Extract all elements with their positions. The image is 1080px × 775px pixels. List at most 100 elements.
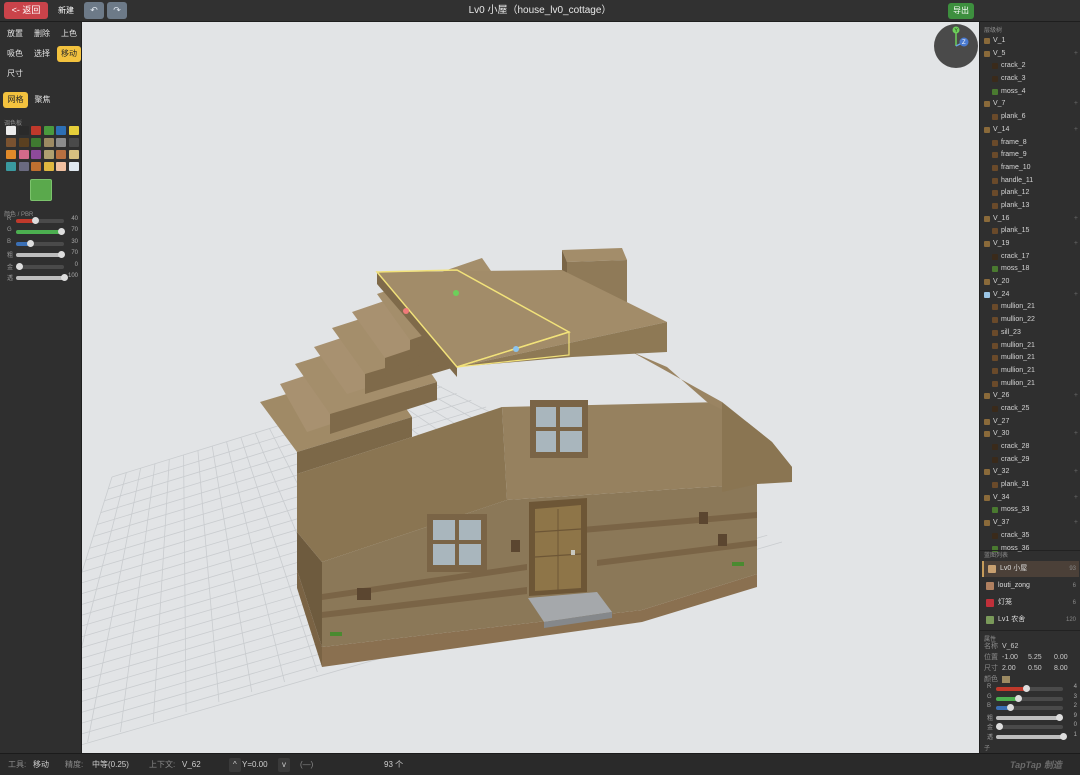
expand-icon[interactable]: + xyxy=(1074,492,1078,505)
tree-node[interactable]: V_5 + xyxy=(980,48,1080,61)
tree-node[interactable]: mullion_21 xyxy=(980,378,1080,391)
tree-node[interactable]: crack_2 xyxy=(980,60,1080,73)
tree-node[interactable]: mullion_21 xyxy=(980,365,1080,378)
tree-node[interactable]: crack_17 xyxy=(980,251,1080,264)
status-precision-value[interactable]: 中等(0.25) xyxy=(92,754,129,775)
focus-button[interactable]: 聚焦 xyxy=(30,92,55,108)
palette-swatch[interactable] xyxy=(6,126,16,135)
prop-color-swatch[interactable] xyxy=(1002,675,1010,683)
slider-track[interactable] xyxy=(16,274,68,281)
tree-node[interactable]: V_24 + xyxy=(980,289,1080,302)
tree-node[interactable]: mullion_21 xyxy=(980,301,1080,314)
orientation-gizmo[interactable]: Y Z xyxy=(934,24,978,68)
palette-swatch[interactable] xyxy=(43,162,54,171)
tree-node[interactable]: V_1 xyxy=(980,35,1080,48)
tree-node[interactable]: V_7 + xyxy=(980,98,1080,111)
tree-node[interactable]: crack_3 xyxy=(980,73,1080,86)
prop-size-z[interactable]: 8.00 xyxy=(1054,665,1068,672)
tree-node[interactable]: plank_13 xyxy=(980,200,1080,213)
tree-node[interactable]: V_37 + xyxy=(980,517,1080,530)
tree-node[interactable]: V_14 + xyxy=(980,124,1080,137)
palette-swatch[interactable] xyxy=(31,162,41,171)
gizmo-handle-z[interactable] xyxy=(513,346,519,352)
slider-track[interactable] xyxy=(16,251,66,259)
slider-track[interactable] xyxy=(996,713,1064,721)
tree-node[interactable]: moss_18 xyxy=(980,263,1080,276)
tree-node[interactable]: frame_8 xyxy=(980,137,1080,150)
prop-pos-z[interactable]: 0.00 xyxy=(1054,654,1068,661)
palette-swatch[interactable] xyxy=(6,162,16,171)
slider-track[interactable] xyxy=(16,262,64,270)
slider-knob[interactable] xyxy=(1007,704,1015,711)
palette-swatch[interactable] xyxy=(43,138,54,147)
y-down-button[interactable]: v xyxy=(278,758,290,772)
palette-swatch[interactable] xyxy=(31,126,41,135)
slider-track[interactable] xyxy=(996,723,1063,730)
palette-swatch[interactable] xyxy=(56,150,66,159)
palette-swatch[interactable] xyxy=(31,150,41,159)
house-model[interactable] xyxy=(260,248,792,667)
tree-node[interactable]: mullion_21 xyxy=(980,352,1080,365)
blueprint-item[interactable]: Lv0 小屋 93 xyxy=(982,561,1079,577)
palette-swatch[interactable] xyxy=(18,126,29,135)
slider-track[interactable] xyxy=(996,704,1063,711)
3d-viewport[interactable]: Y Z xyxy=(82,22,979,753)
tree-node[interactable]: frame_10 xyxy=(980,162,1080,175)
slider-track[interactable] xyxy=(996,732,1067,740)
slider-knob[interactable] xyxy=(1014,694,1022,702)
palette-swatch[interactable] xyxy=(6,150,16,159)
expand-icon[interactable]: + xyxy=(1074,390,1078,403)
hierarchy-tree[interactable]: V_1 V_5 + crack_2 crack_3 moss_4 V_7 + plank_6 V_… xyxy=(980,35,1080,559)
blueprint-item[interactable]: louti_zong 6 xyxy=(982,578,1079,594)
gizmo-handle-x[interactable] xyxy=(403,308,409,314)
palette-swatch[interactable] xyxy=(18,150,29,159)
tree-node[interactable]: plank_12 xyxy=(980,187,1080,200)
slider-knob[interactable] xyxy=(996,723,1003,730)
palette-swatch[interactable] xyxy=(68,162,79,171)
tree-node[interactable]: V_27 xyxy=(980,416,1080,429)
tree-node[interactable]: V_34 + xyxy=(980,492,1080,505)
expand-icon[interactable]: + xyxy=(1074,289,1078,302)
redo-button[interactable]: ↷ xyxy=(107,2,127,19)
expand-icon[interactable]: + xyxy=(1074,517,1078,530)
slider-track[interactable] xyxy=(996,685,1063,692)
slider-knob[interactable] xyxy=(26,239,34,247)
slider-knob[interactable] xyxy=(1059,732,1067,740)
expand-icon[interactable]: + xyxy=(1074,466,1078,479)
palette-swatch[interactable] xyxy=(68,126,79,135)
tool-delete-button[interactable]: 删除 xyxy=(30,26,54,42)
tool-place-button[interactable]: 放置 xyxy=(3,26,27,42)
prop-pos-x[interactable]: -1.00 xyxy=(1002,654,1028,661)
tree-node[interactable]: V_30 + xyxy=(980,428,1080,441)
tree-node[interactable]: crack_28 xyxy=(980,441,1080,454)
current-color-swatch[interactable] xyxy=(30,179,52,201)
slider-knob[interactable] xyxy=(60,274,68,281)
tree-node[interactable]: plank_15 xyxy=(980,225,1080,238)
tool-paint-button[interactable]: 上色 xyxy=(57,26,81,42)
tool-pick-button[interactable]: 吸色 xyxy=(3,46,27,62)
slider-track[interactable] xyxy=(16,228,66,236)
prop-name-value[interactable]: V_62 xyxy=(1002,643,1018,650)
tree-node[interactable]: handle_11 xyxy=(980,175,1080,188)
palette-swatch[interactable] xyxy=(6,138,16,147)
slider-track[interactable] xyxy=(996,694,1063,702)
tree-node[interactable]: V_32 + xyxy=(980,466,1080,479)
slider-knob[interactable] xyxy=(1022,685,1030,692)
tree-node[interactable]: plank_6 xyxy=(980,111,1080,124)
slider-knob[interactable] xyxy=(1056,713,1064,721)
blueprint-item[interactable]: 灯笼 6 xyxy=(982,595,1079,611)
scene-canvas[interactable] xyxy=(82,22,979,753)
expand-icon[interactable]: + xyxy=(1074,238,1078,251)
palette-swatch[interactable] xyxy=(18,162,29,171)
tree-node[interactable]: crack_35 xyxy=(980,530,1080,543)
expand-icon[interactable]: + xyxy=(1074,98,1078,111)
tree-node[interactable]: sill_23 xyxy=(980,327,1080,340)
tree-node[interactable]: V_20 xyxy=(980,276,1080,289)
slider-knob[interactable] xyxy=(16,262,23,270)
y-up-button[interactable]: ^ xyxy=(229,758,241,772)
palette-swatch[interactable] xyxy=(56,138,66,147)
tree-node[interactable]: V_19 + xyxy=(980,238,1080,251)
tree-node[interactable]: crack_25 xyxy=(980,403,1080,416)
new-button[interactable]: 新建 xyxy=(54,3,78,18)
tree-node[interactable]: moss_33 xyxy=(980,504,1080,517)
